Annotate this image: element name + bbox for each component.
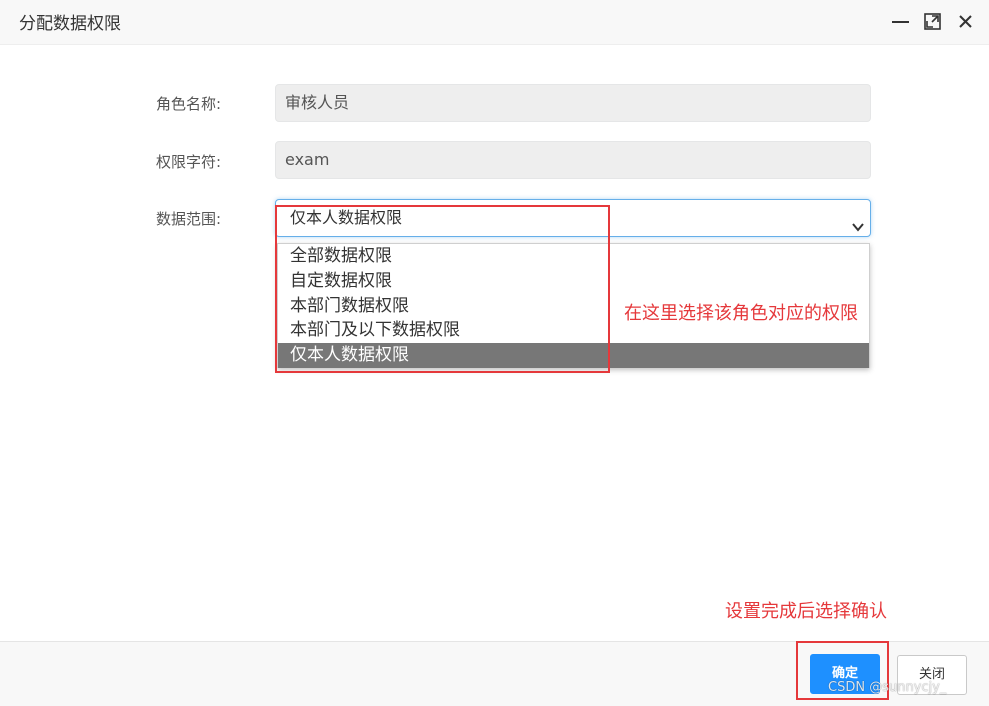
data-scope-option[interactable]: 自定数据权限 xyxy=(278,269,869,294)
maximize-icon[interactable] xyxy=(923,11,943,31)
confirm-button[interactable]: 确定 xyxy=(810,654,880,694)
dialog-title: 分配数据权限 xyxy=(19,14,121,34)
annotation-select-hint: 在这里选择该角色对应的权限 xyxy=(624,303,858,324)
data-scope-option[interactable]: 全部数据权限 xyxy=(278,244,869,269)
dialog-titlebar: 分配数据权限 xyxy=(0,0,989,45)
data-scope-select[interactable]: 仅本人数据权限 xyxy=(275,199,871,237)
role-key-label: 权限字符: xyxy=(156,153,222,171)
chevron-down-icon xyxy=(851,211,865,232)
role-name-label: 角色名称: xyxy=(156,95,222,113)
data-scope-option-highlighted[interactable]: 仅本人数据权限 xyxy=(278,343,869,368)
close-button[interactable]: 关闭 xyxy=(897,655,967,695)
annotation-confirm-hint: 设置完成后选择确认 xyxy=(725,601,887,622)
role-key-field[interactable]: exam xyxy=(275,141,871,179)
close-icon[interactable] xyxy=(956,11,976,31)
data-scope-selected-value: 仅本人数据权限 xyxy=(290,208,403,227)
minimize-icon[interactable] xyxy=(891,11,911,31)
role-name-field[interactable]: 审核人员 xyxy=(275,84,871,122)
data-scope-label: 数据范围: xyxy=(156,210,222,228)
